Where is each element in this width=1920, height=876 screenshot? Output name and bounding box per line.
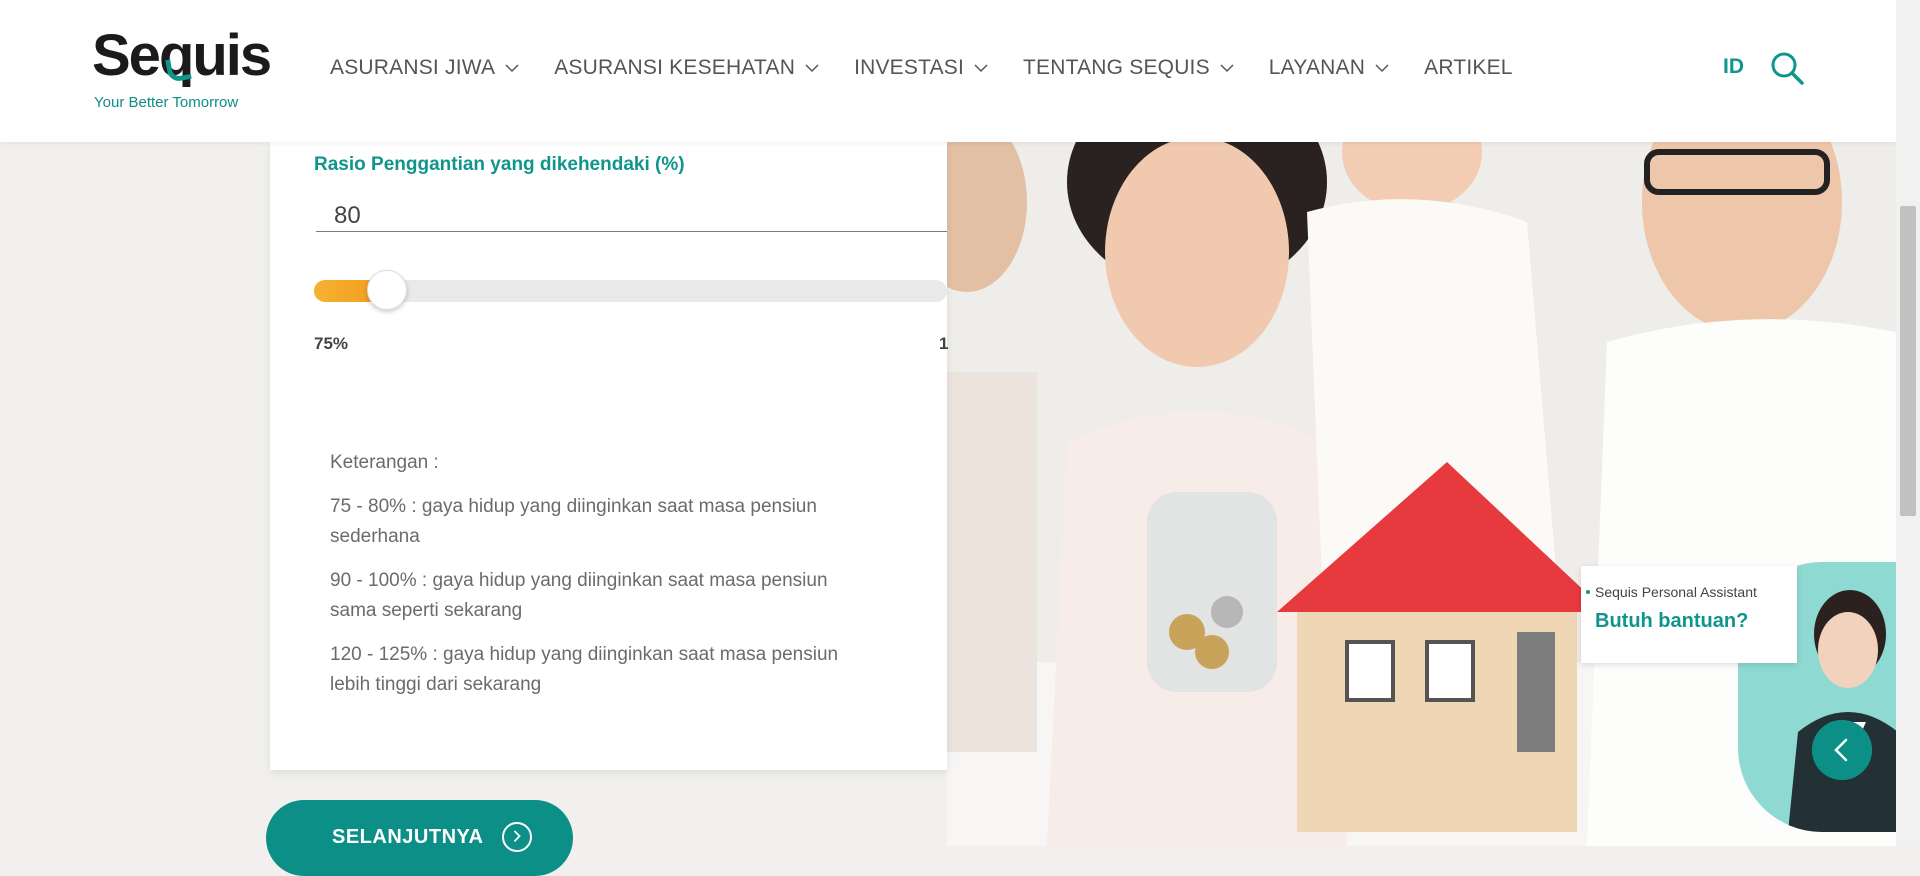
chevron-down-icon xyxy=(505,64,519,73)
chevron-down-icon xyxy=(805,64,819,73)
slider-max-label: 1 xyxy=(939,334,949,353)
retirement-calculator-card: Rasio Penggantian yang dikehendaki (%) 7… xyxy=(270,142,949,770)
ratio-input[interactable] xyxy=(316,200,947,232)
nav-investasi[interactable]: INVESTASI xyxy=(854,56,989,80)
nav-layanan[interactable]: LAYANAN xyxy=(1269,56,1390,80)
chevron-down-icon xyxy=(1375,64,1389,73)
nav-label: INVESTASI xyxy=(854,56,965,79)
main-nav: ASURANSI JIWA ASURANSI KESEHATAN INVESTA… xyxy=(330,52,1547,84)
assistant-bubble[interactable]: Sequis Personal Assistant Butuh bantuan? xyxy=(1581,566,1797,663)
chevron-right-icon xyxy=(502,822,532,852)
assistant-title: Sequis Personal Assistant xyxy=(1586,584,1757,600)
chevron-down-icon xyxy=(974,64,988,73)
logo-tagline: Your Better Tomorrow xyxy=(94,94,239,111)
nav-asuransi-kesehatan[interactable]: ASURANSI KESEHATAN xyxy=(554,56,820,80)
ratio-slider-handle[interactable] xyxy=(367,270,407,310)
language-switch[interactable]: ID xyxy=(1723,55,1744,79)
slider-min-label: 75% xyxy=(314,334,349,353)
note-section: Keterangan : 75 - 80% : gaya hidup yang … xyxy=(330,448,870,714)
nav-label: LAYANAN xyxy=(1268,56,1366,79)
ratio-label: Rasio Penggantian yang dikehendaki (%) xyxy=(314,154,685,175)
collapse-assistant-button[interactable] xyxy=(1812,720,1872,780)
page-scrollbar[interactable] xyxy=(1896,0,1920,846)
chevron-down-icon xyxy=(1220,64,1234,73)
nav-artikel[interactable]: ARTIKEL xyxy=(1424,56,1513,80)
note-item: 120 - 125% : gaya hidup yang diinginkan … xyxy=(330,644,839,695)
site-header: Sequis Your Better Tomorrow ASURANSI JIW… xyxy=(0,0,1896,142)
note-item: 75 - 80% : gaya hidup yang diinginkan sa… xyxy=(330,496,817,547)
note-item: 90 - 100% : gaya hidup yang diinginkan s… xyxy=(330,570,828,621)
note-title: Keterangan : xyxy=(330,452,439,473)
nav-tentang-sequis[interactable]: TENTANG SEQUIS xyxy=(1023,56,1235,80)
nav-label: ARTIKEL xyxy=(1424,56,1513,79)
nav-label: TENTANG SEQUIS xyxy=(1023,56,1210,79)
assistant-help-text: Butuh bantuan? xyxy=(1595,610,1749,632)
nav-asuransi-jiwa[interactable]: ASURANSI JIWA xyxy=(330,56,520,80)
sequis-logo[interactable]: Sequis Your Better Tomorrow xyxy=(92,24,272,114)
nav-label: ASURANSI JIWA xyxy=(330,56,496,79)
next-button[interactable]: SELANJUTNYA xyxy=(266,800,573,876)
scrollbar-thumb[interactable] xyxy=(1900,206,1916,516)
ratio-slider-track[interactable] xyxy=(314,280,947,302)
search-icon[interactable] xyxy=(1769,50,1805,86)
nav-label: ASURANSI KESEHATAN xyxy=(554,56,796,79)
